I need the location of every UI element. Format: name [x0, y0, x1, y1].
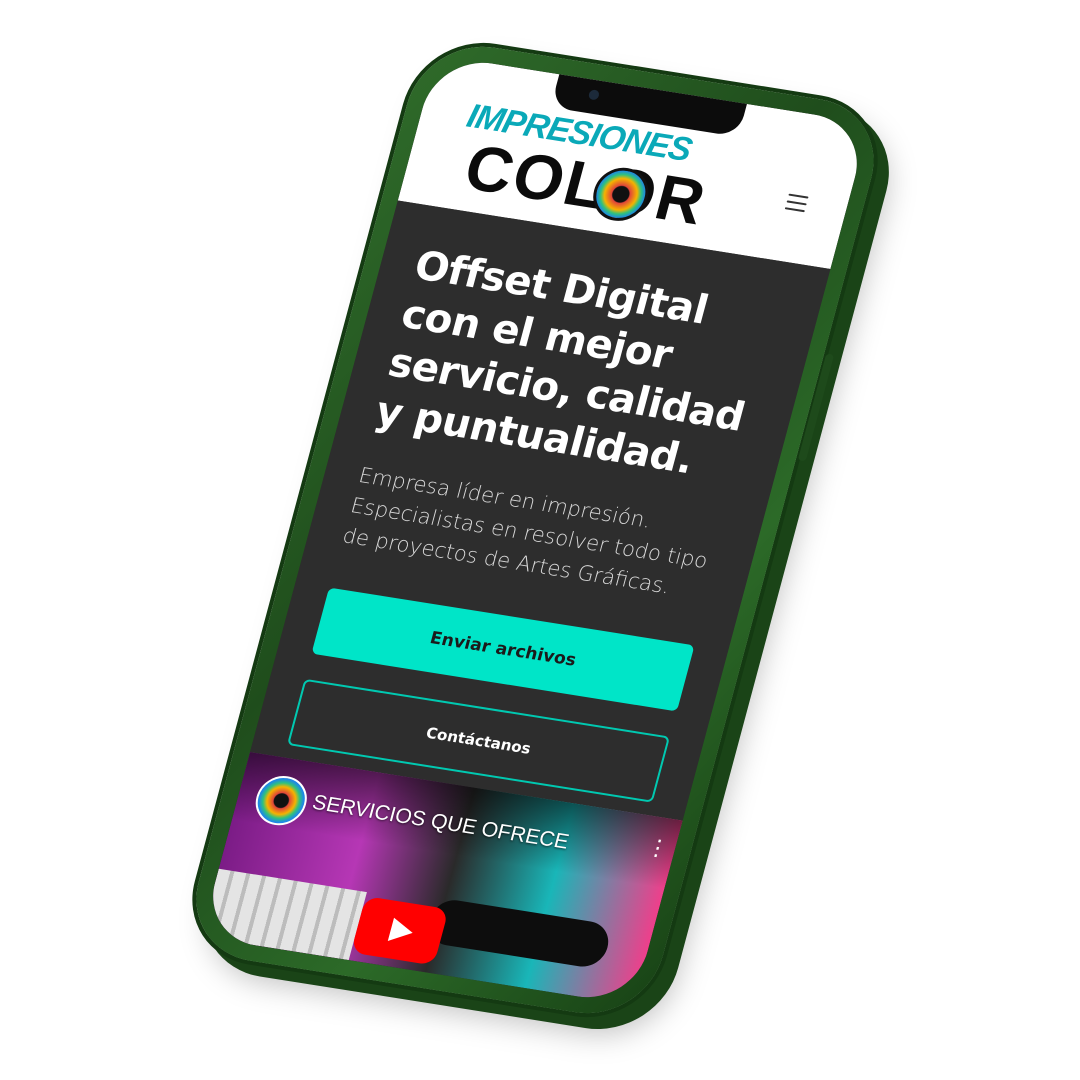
hamburger-icon[interactable] — [784, 193, 809, 213]
stage: IMPRESIONES COLOR Offset Digital con el … — [0, 0, 1080, 1080]
video-thumbnail-truck — [200, 868, 367, 961]
phone-screen: IMPRESIONES COLOR Offset Digital con el … — [200, 54, 870, 1006]
vertical-dots-icon[interactable]: ⋮ — [644, 834, 672, 862]
hero-section: Offset Digital con el mejor servicio, ca… — [249, 200, 831, 821]
camera-icon — [587, 89, 601, 101]
hero-headline: Offset Digital con el mejor servicio, ca… — [370, 242, 750, 484]
video-thumbnail-roll — [423, 896, 614, 970]
phone-frame: IMPRESIONES COLOR Offset Digital con el … — [180, 36, 890, 1024]
youtube-play-icon[interactable] — [350, 896, 449, 966]
